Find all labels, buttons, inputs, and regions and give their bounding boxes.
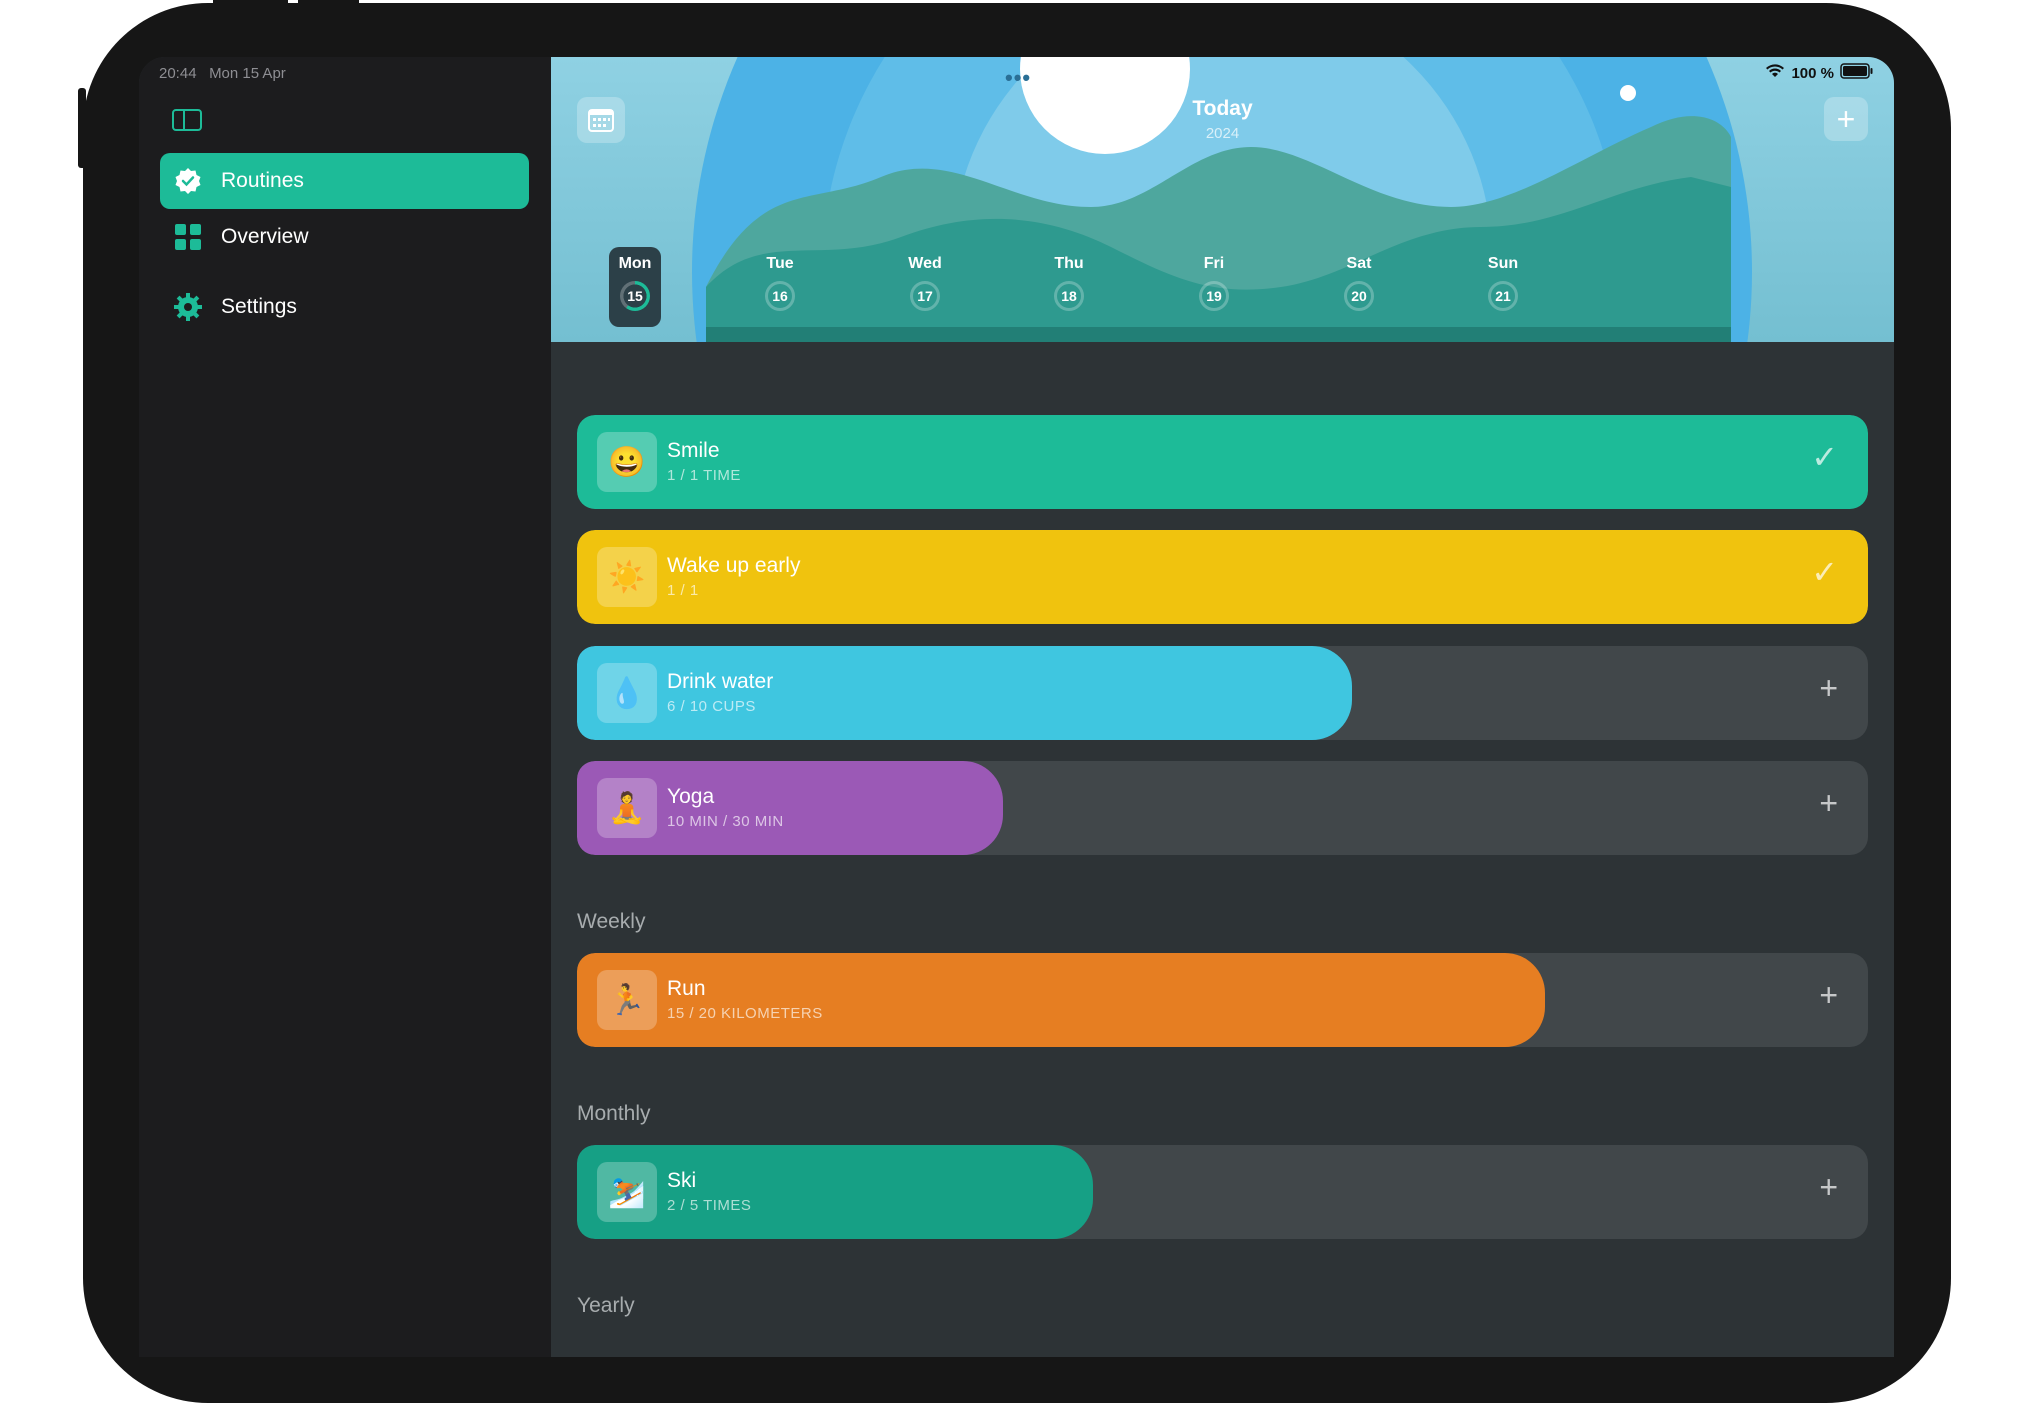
- main-panel: ••• 100 % Today 2024 + Mon 15 Tue 16 Wed 17 Th…: [551, 57, 1894, 1357]
- sidebar-toggle-icon[interactable]: [172, 109, 202, 131]
- increment-button[interactable]: +: [1819, 672, 1838, 704]
- routine-card-run[interactable]: 🏃 Run 15 / 20 KILOMETERS +: [577, 953, 1868, 1047]
- section-header-monthly: Monthly: [577, 1102, 651, 1125]
- routine-progress-text: 10 MIN / 30 MIN: [667, 813, 784, 830]
- page-subtitle: 2024: [1205, 125, 1240, 142]
- header-illustration: ••• 100 % Today 2024 + Mon 15 Tue 16 Wed 17 Th…: [551, 57, 1894, 342]
- routine-progress-text: 15 / 20 KILOMETERS: [667, 1005, 823, 1022]
- routine-card-ski[interactable]: ⛷️ Ski 2 / 5 TIMES +: [577, 1145, 1868, 1239]
- sidebar-item-label: Settings: [221, 295, 297, 318]
- routine-name: Wake up early: [667, 554, 801, 577]
- section-header-yearly: Yearly: [577, 1294, 635, 1317]
- increment-button[interactable]: +: [1819, 979, 1838, 1011]
- section-header-weekly: Weekly: [577, 910, 646, 933]
- routine-name: Yoga: [667, 785, 715, 808]
- sidebar-item-settings[interactable]: Settings: [160, 279, 529, 335]
- day-number: 19: [1199, 281, 1229, 311]
- progress-fill: [577, 953, 1546, 1047]
- top-button-1: [213, 0, 288, 6]
- routine-emoji-icon: 💧: [597, 663, 657, 723]
- day-name: Sun: [1487, 255, 1519, 272]
- status-time-date: 20:44 Mon 15 Apr: [159, 65, 286, 82]
- day-name: Sat: [1346, 255, 1372, 272]
- status-time: 20:44: [159, 65, 197, 82]
- sidebar-item-overview[interactable]: Overview: [160, 209, 529, 265]
- day-number: 18: [1054, 281, 1084, 311]
- status-date: Mon 15 Apr: [209, 65, 286, 82]
- progress-fill: [577, 415, 1868, 509]
- day-mon[interactable]: Mon 15: [609, 247, 661, 327]
- routine-card-yoga[interactable]: 🧘 Yoga 10 MIN / 30 MIN +: [577, 761, 1868, 855]
- day-wed[interactable]: Wed 17: [899, 247, 951, 327]
- day-number: 20: [1344, 281, 1374, 311]
- routine-progress-text: 6 / 10 CUPS: [667, 698, 756, 715]
- routine-list: 😀 Smile 1 / 1 TIME ✓ ☀️ Wake up early 1 / 1 ✓ 💧 D…: [551, 342, 1894, 1357]
- routine-card-smile[interactable]: 😀 Smile 1 / 1 TIME ✓: [577, 415, 1868, 509]
- checkmark-icon: ✓: [1811, 554, 1838, 590]
- routine-emoji-icon: ☀️: [597, 547, 657, 607]
- routine-card-wake-up-early[interactable]: ☀️ Wake up early 1 / 1 ✓: [577, 530, 1868, 624]
- sidebar-item-label: Routines: [221, 169, 304, 192]
- routine-emoji-icon: ⛷️: [597, 1162, 657, 1222]
- increment-button[interactable]: +: [1819, 1171, 1838, 1203]
- routine-emoji-icon: 😀: [597, 432, 657, 492]
- screen: 20:44 Mon 15 Apr Routines Overview Setti…: [139, 57, 1894, 1357]
- battery-percent: 100 %: [1791, 64, 1834, 82]
- day-name: Thu: [1054, 255, 1084, 272]
- routine-name: Drink water: [667, 670, 774, 693]
- routine-name: Ski: [667, 1169, 697, 1192]
- routine-progress-text: 2 / 5 TIMES: [667, 1197, 752, 1214]
- plus-icon: +: [1836, 101, 1856, 137]
- battery-icon: [1840, 63, 1874, 83]
- day-tue[interactable]: Tue 16: [754, 247, 806, 327]
- sidebar: 20:44 Mon 15 Apr Routines Overview Setti…: [139, 57, 551, 1357]
- side-button: [78, 88, 86, 168]
- routine-progress-text: 1 / 1 TIME: [667, 467, 741, 484]
- day-number: 21: [1488, 281, 1518, 311]
- checkmark-icon: ✓: [1811, 439, 1838, 475]
- increment-button[interactable]: +: [1819, 787, 1838, 819]
- routine-emoji-icon: 🏃: [597, 970, 657, 1030]
- page-title: Today: [1192, 97, 1253, 120]
- day-sat[interactable]: Sat 20: [1333, 247, 1385, 327]
- day-sun[interactable]: Sun 21: [1477, 247, 1529, 327]
- routine-name: Smile: [667, 439, 720, 462]
- day-thu[interactable]: Thu 18: [1043, 247, 1095, 327]
- add-routine-button[interactable]: +: [1824, 97, 1868, 141]
- gear-icon: [173, 292, 203, 322]
- day-number: 16: [765, 281, 795, 311]
- check-badge-icon: [173, 166, 203, 196]
- day-fri[interactable]: Fri 19: [1188, 247, 1240, 327]
- sidebar-item-label: Overview: [221, 225, 309, 248]
- day-number: 17: [910, 281, 940, 311]
- day-name: Wed: [908, 255, 942, 272]
- day-name: Fri: [1203, 255, 1225, 272]
- routine-card-drink-water[interactable]: 💧 Drink water 6 / 10 CUPS +: [577, 646, 1868, 740]
- day-name: Tue: [766, 255, 794, 272]
- day-number: 15: [620, 281, 650, 311]
- routine-emoji-icon: 🧘: [597, 778, 657, 838]
- day-name: Mon: [618, 255, 652, 272]
- status-right: 100 %: [1765, 63, 1874, 83]
- routine-progress-text: 1 / 1: [667, 582, 699, 599]
- top-button-2: [298, 0, 359, 6]
- grid-icon: [173, 222, 203, 252]
- multitasking-dots-icon[interactable]: •••: [1005, 65, 1031, 91]
- wifi-icon: [1765, 64, 1785, 82]
- routine-name: Run: [667, 977, 706, 1000]
- sidebar-item-routines[interactable]: Routines: [160, 153, 529, 209]
